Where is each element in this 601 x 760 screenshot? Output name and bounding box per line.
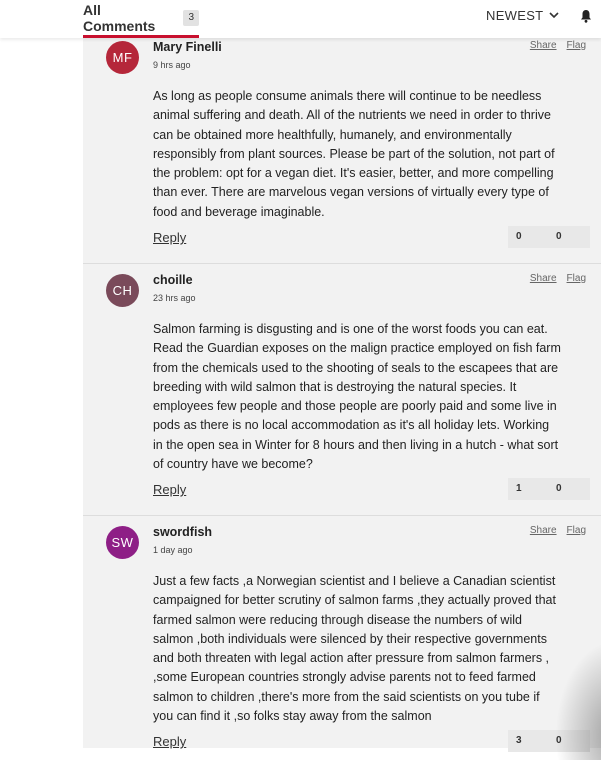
comment-timestamp: 9 hrs ago [153, 60, 191, 70]
comment-line: of country have we become? [153, 457, 313, 472]
flag-link[interactable]: Flag [567, 273, 586, 284]
avatar[interactable]: SW [106, 526, 139, 559]
vote-box: 1 0 [508, 478, 590, 500]
comment-divider [83, 515, 601, 516]
comment-line: food and beverage imaginable. [153, 204, 325, 219]
flag-link[interactable]: Flag [567, 40, 586, 51]
comment-line: than ever. There are marvelous vegan ver… [153, 185, 549, 200]
tab-all-comments-label: All Comments [83, 2, 156, 34]
comment-body: Salmon farming is disgusting and is one … [153, 320, 591, 474]
upvote-count[interactable]: 0 [516, 231, 522, 242]
comment-line: animal suffering and death. All of the n… [153, 108, 551, 123]
reply-button[interactable]: Reply [153, 230, 186, 245]
comment-actions: Share Flag [530, 525, 586, 536]
bell-icon[interactable] [580, 9, 592, 28]
downvote-count[interactable]: 0 [556, 231, 562, 242]
comment-line: can be obtained more healthfully, humane… [153, 127, 512, 142]
comment-count-badge: 3 [183, 9, 199, 26]
reply-button[interactable]: Reply [153, 734, 186, 749]
comment-author[interactable]: choille [153, 273, 193, 287]
vote-box: 3 0 [508, 730, 590, 752]
upvote-count[interactable]: 3 [516, 735, 522, 746]
comment-line: Salmon farming is disgusting and is one … [153, 322, 548, 336]
comment-line: responsibly from plant sources. Please b… [153, 146, 555, 161]
comment-author[interactable]: Mary Finelli [153, 40, 222, 54]
comment-line: in the open sea in Winter for 8 hours an… [153, 437, 559, 452]
comment-actions: Share Flag [530, 273, 586, 284]
comment-line: salmon to children ,there's more from th… [153, 689, 540, 704]
comment-line: As long as people consume animals there … [153, 89, 542, 103]
downvote-count[interactable]: 0 [556, 735, 562, 746]
comment-body: Just a few facts ,a Norwegian scientist … [153, 572, 591, 726]
tab-all-comments[interactable]: All Comments 3 [83, 0, 199, 38]
comment-line: employees few people and those people ar… [153, 399, 557, 414]
comments-header: All Comments 3 NEWEST [0, 0, 601, 38]
avatar[interactable]: CH [106, 274, 139, 307]
comment-actions: Share Flag [530, 40, 586, 51]
share-link[interactable]: Share [530, 273, 557, 284]
comment-timestamp: 23 hrs ago [153, 293, 196, 303]
comment-body: As long as people consume animals there … [153, 87, 591, 222]
comment-line: from the chemicals used to the shooting … [153, 360, 559, 375]
comment-line: the problem: opt for a vegan diet. It's … [153, 166, 554, 181]
comment-line: you can find it ,so folks stay away from… [153, 709, 432, 724]
comment-timestamp: 1 day ago [153, 545, 193, 555]
sort-dropdown[interactable]: NEWEST [486, 8, 559, 23]
vote-box: 0 0 [508, 226, 590, 248]
upvote-count[interactable]: 1 [516, 483, 522, 494]
share-link[interactable]: Share [530, 525, 557, 536]
comment-line: Read the Guardian exposes on the malign … [153, 341, 561, 356]
comment-line: breeding with wild salmon that is destro… [153, 379, 517, 394]
chevron-down-icon [549, 12, 559, 19]
avatar[interactable]: MF [106, 41, 139, 74]
flag-link[interactable]: Flag [567, 525, 586, 536]
comment-line: Just a few facts ,a Norwegian scientist … [153, 574, 556, 588]
comment-line: campaigned for better scrutiny of salmon… [153, 593, 556, 608]
share-link[interactable]: Share [530, 40, 557, 51]
comment-line: and both threaten with legal action afte… [153, 651, 550, 666]
comment-author[interactable]: swordfish [153, 525, 212, 539]
reply-button[interactable]: Reply [153, 482, 186, 497]
comment-line: farmed salmon were reducing through dise… [153, 612, 522, 627]
comment-line: salmon ,both individuals were silenced b… [153, 631, 547, 646]
sort-label: NEWEST [486, 8, 544, 23]
downvote-count[interactable]: 0 [556, 483, 562, 494]
comment-divider [83, 263, 601, 264]
comment-line: ,some European countries strongly advise… [153, 670, 536, 685]
comment-line: pods as there is no local accommodation … [153, 418, 550, 433]
comment-list: MF Mary Finelli 9 hrs ago Share Flag As … [83, 38, 601, 752]
